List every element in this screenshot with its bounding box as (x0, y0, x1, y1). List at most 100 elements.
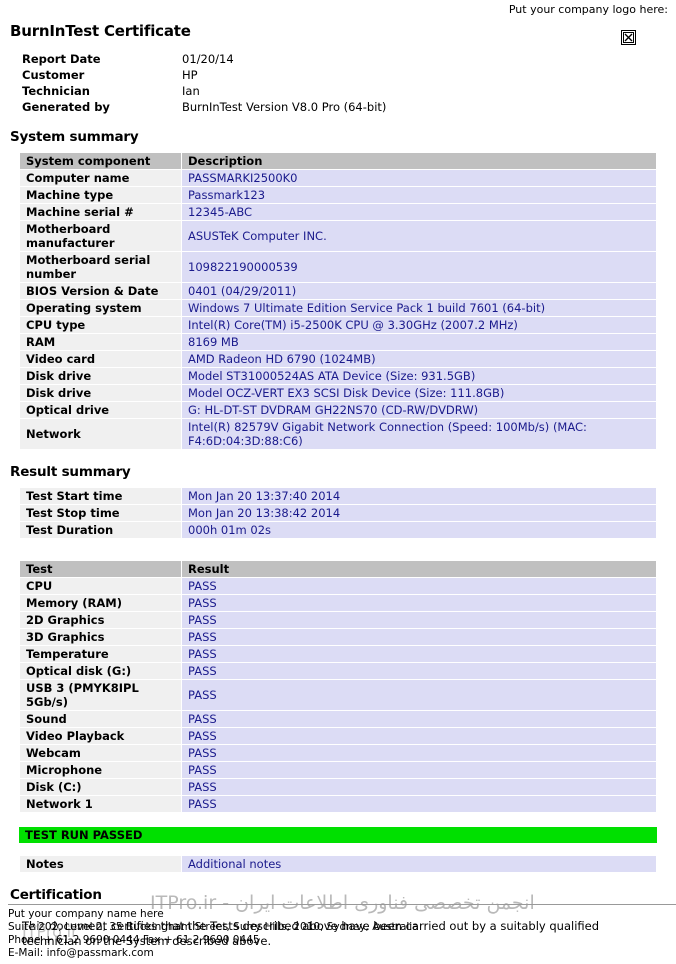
row-value: 000h 01m 02s (181, 521, 657, 539)
row-value: PASS (181, 611, 657, 629)
page-footer: Put your company name here Suite 202, Le… (0, 904, 676, 964)
row-value: Intel(R) 82579V Gigabit Network Connecti… (181, 418, 657, 450)
table-row: 2D Graphics PASS (19, 611, 657, 629)
table-row: Disk (C:) PASS (19, 778, 657, 796)
row-value: PASS (181, 727, 657, 745)
table-row: Computer name PASSMARKI2500K0 (19, 169, 657, 187)
row-value: ASUSTeK Computer INC. (181, 220, 657, 252)
row-label: Optical drive (19, 401, 182, 419)
row-value: Model OCZ-VERT EX3 SCSI Disk Device (Siz… (181, 384, 657, 402)
row-label: Optical disk (G:) (19, 662, 182, 680)
system-summary-table: System component Description Computer na… (19, 152, 657, 450)
table-row: Sound PASS (19, 710, 657, 728)
row-value: 8169 MB (181, 333, 657, 351)
logo-note: Put your company logo here: (508, 3, 668, 16)
row-value: Windows 7 Ultimate Edition Service Pack … (181, 299, 657, 317)
table-row: Test Duration 000h 01m 02s (19, 521, 657, 539)
report-meta: Report Date 01/20/14 Customer HP Technic… (0, 51, 676, 115)
row-label: Machine serial # (19, 203, 182, 221)
table-row: Motherboard serial number 109822190000539 (19, 251, 657, 283)
row-value: PASS (181, 628, 657, 646)
table-spacer (0, 539, 676, 553)
meta-row: Generated by BurnInTest Version V8.0 Pro… (22, 99, 676, 115)
table-row: Optical drive G: HL-DT-ST DVDRAM GH22NS70… (19, 401, 657, 419)
meta-label: Generated by (22, 100, 110, 114)
row-value: PASSMARKI2500K0 (181, 169, 657, 187)
result-summary-heading: Result summary (10, 464, 131, 480)
row-value: Model ST31000524AS ATA Device (Size: 931… (181, 367, 657, 385)
table-header-row: Test Result (19, 560, 657, 578)
row-label: Motherboard manufacturer (19, 220, 182, 252)
footer-phone: Phone + 61 2 9690 0444 Fax + 61 2 9690 0… (8, 934, 260, 946)
table-row: Network Intel(R) 82579V Gigabit Network C… (19, 418, 657, 450)
row-value: 0401 (04/29/2011) (181, 282, 657, 300)
meta-value: 01/20/14 (182, 52, 234, 66)
row-label: Test Duration (19, 521, 182, 539)
row-label: Sound (19, 710, 182, 728)
row-label: Network 1 (19, 795, 182, 813)
table-row: Disk drive Model ST31000524AS ATA Device … (19, 367, 657, 385)
row-value: PASS (181, 645, 657, 663)
table-row: CPU type Intel(R) Core(TM) i5-2500K CPU @… (19, 316, 657, 334)
row-label: Computer name (19, 169, 182, 187)
footer-divider (8, 904, 676, 905)
test-timing-table: Test Start time Mon Jan 20 13:37:40 2014 T… (19, 487, 657, 539)
row-label: RAM (19, 333, 182, 351)
row-label: CPU (19, 577, 182, 595)
column-header-test: Test (19, 560, 182, 578)
row-label: Video Playback (19, 727, 182, 745)
meta-value: BurnInTest Version V8.0 Pro (64-bit) (182, 100, 387, 114)
meta-label: Technician (22, 84, 90, 98)
footer-address: Suite 202, Level 2, 35 Buckingham Street… (8, 921, 419, 933)
table-row: Video card AMD Radeon HD 6790 (1024MB) (19, 350, 657, 368)
row-label: Video card (19, 350, 182, 368)
row-value: PASS (181, 761, 657, 779)
row-label: Network (19, 418, 182, 450)
table-row: Machine type Passmark123 (19, 186, 657, 204)
row-label: Temperature (19, 645, 182, 663)
row-label: Machine type (19, 186, 182, 204)
row-label: Disk drive (19, 384, 182, 402)
row-value: Mon Jan 20 13:37:40 2014 (181, 487, 657, 505)
row-value: Passmark123 (181, 186, 657, 204)
footer-company-name: Put your company name here (8, 908, 164, 920)
row-value: 12345-ABC (181, 203, 657, 221)
table-row: CPU PASS (19, 577, 657, 595)
row-value: PASS (181, 594, 657, 612)
column-header-result: Result (181, 560, 657, 578)
system-summary-heading: System summary (10, 129, 139, 145)
table-row: BIOS Version & Date 0401 (04/29/2011) (19, 282, 657, 300)
notes-label: Notes (19, 855, 182, 873)
column-header-component: System component (19, 152, 182, 170)
certificate-page: Put your company logo here: BurnInTest C… (0, 0, 676, 964)
table-row: Memory (RAM) PASS (19, 594, 657, 612)
row-value: PASS (181, 744, 657, 762)
certification-heading: Certification (10, 887, 102, 903)
row-value: AMD Radeon HD 6790 (1024MB) (181, 350, 657, 368)
table-row: Video Playback PASS (19, 727, 657, 745)
row-value: PASS (181, 795, 657, 813)
row-label: Webcam (19, 744, 182, 762)
row-label: CPU type (19, 316, 182, 334)
column-header-description: Description (181, 152, 657, 170)
table-header-row: System component Description (19, 152, 657, 170)
table-row: Test Start time Mon Jan 20 13:37:40 2014 (19, 487, 657, 505)
footer-email: E-Mail: info@passmark.com (8, 947, 154, 959)
row-value: PASS (181, 710, 657, 728)
row-label: BIOS Version & Date (19, 282, 182, 300)
meta-value: Ian (182, 84, 200, 98)
table-row: Temperature PASS (19, 645, 657, 663)
meta-row: Customer HP (22, 67, 676, 83)
row-label: Operating system (19, 299, 182, 317)
table-row: Disk drive Model OCZ-VERT EX3 SCSI Disk D… (19, 384, 657, 402)
status-badge: TEST RUN PASSED (19, 827, 657, 843)
meta-row: Technician Ian (22, 83, 676, 99)
row-label: Microphone (19, 761, 182, 779)
row-value: 109822190000539 (181, 251, 657, 283)
meta-value: HP (182, 68, 198, 82)
row-value: PASS (181, 778, 657, 796)
row-value: PASS (181, 577, 657, 595)
meta-label: Customer (22, 68, 85, 82)
table-row: Microphone PASS (19, 761, 657, 779)
test-results-table: Test Result CPU PASS Memory (RAM) PASS 2D Gr… (19, 560, 657, 813)
